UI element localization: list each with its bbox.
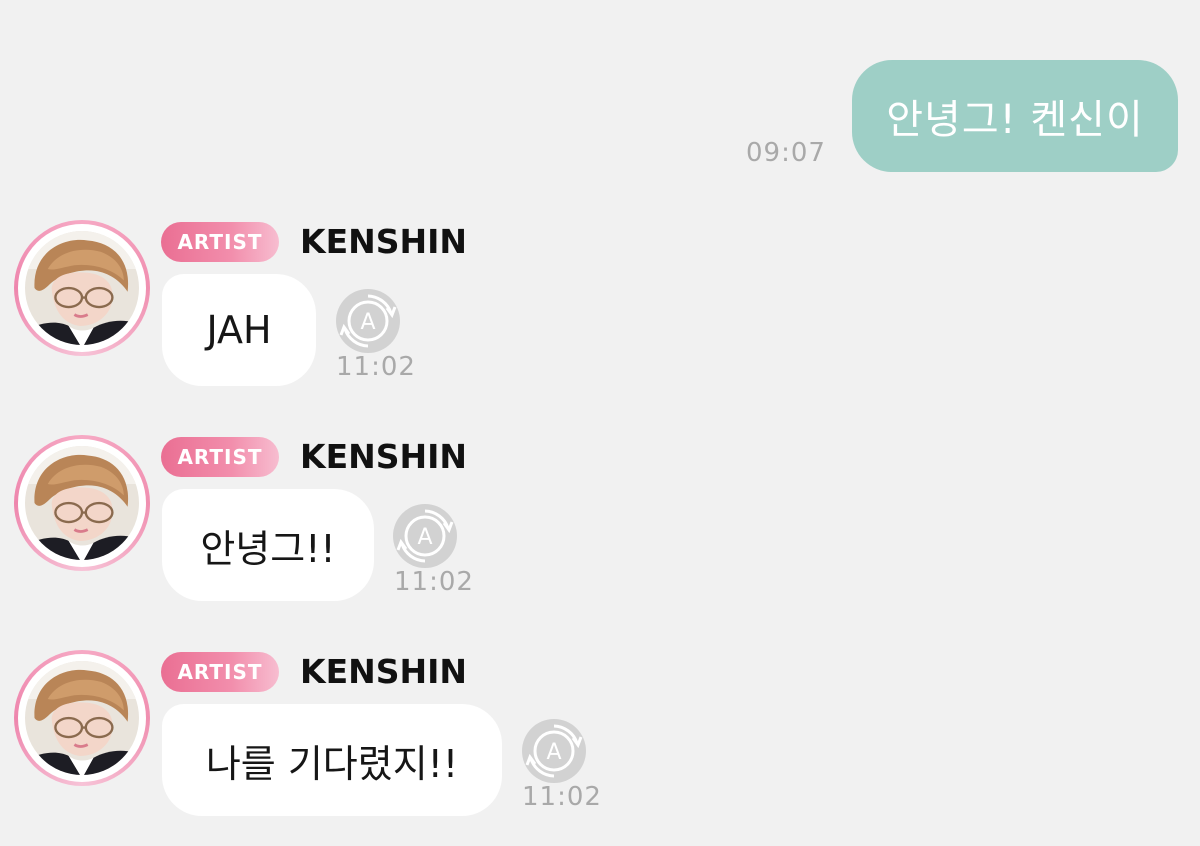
sender-name: KENSHIN — [300, 652, 468, 691]
avatar-photo — [25, 661, 139, 775]
message-timestamp: 09:07 — [746, 138, 826, 168]
incoming-bubble[interactable]: 안녕그!! — [162, 489, 374, 601]
sender-name: KENSHIN — [300, 437, 468, 476]
sender-name: KENSHIN — [300, 222, 468, 261]
artist-badge: ARTIST — [161, 652, 279, 692]
auto-translate-icon[interactable] — [392, 503, 458, 569]
avatar[interactable] — [14, 220, 150, 356]
incoming-bubble[interactable]: JAH — [162, 274, 316, 386]
auto-translate-icon[interactable] — [521, 718, 587, 784]
message-timestamp: 11:02 — [522, 782, 602, 812]
avatar-photo — [25, 231, 139, 345]
avatar-photo — [25, 446, 139, 560]
incoming-message: ARTIST KENSHIN JAH 11:02 — [0, 220, 1200, 390]
outgoing-bubble[interactable]: 안녕그! 켄신이 — [852, 60, 1178, 172]
incoming-bubble[interactable]: 나를 기다렸지!! — [162, 704, 502, 816]
artist-badge: ARTIST — [161, 437, 279, 477]
artist-badge: ARTIST — [161, 222, 279, 262]
avatar[interactable] — [14, 435, 150, 571]
avatar[interactable] — [14, 650, 150, 786]
message-timestamp: 11:02 — [336, 352, 416, 382]
outgoing-message: 09:07 안녕그! 켄신이 — [740, 58, 1178, 172]
message-timestamp: 11:02 — [394, 567, 474, 597]
incoming-message: ARTIST KENSHIN 안녕그!! 11:02 — [0, 435, 1200, 605]
auto-translate-icon[interactable] — [335, 288, 401, 354]
incoming-message: ARTIST KENSHIN 나를 기다렸지!! 11:02 — [0, 650, 1200, 820]
